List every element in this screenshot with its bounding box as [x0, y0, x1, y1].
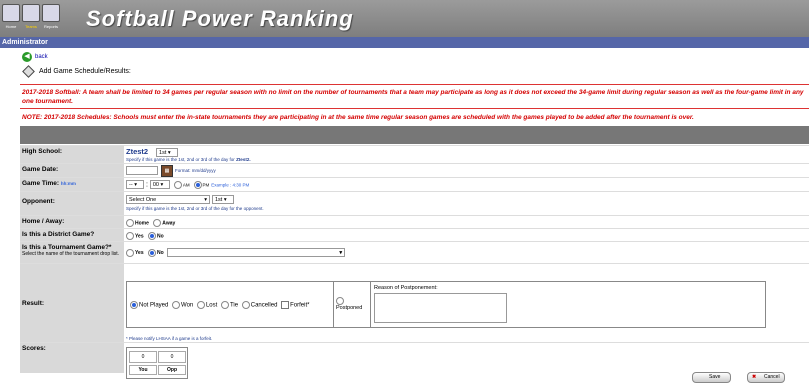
game-date-input[interactable]	[126, 166, 158, 175]
app-title: Softball Power Ranking	[86, 6, 354, 31]
high-school-label: High School:	[20, 146, 124, 164]
cancel-button[interactable]: ✖ Cancel	[747, 372, 785, 383]
row-scores: Scores: 0 0 You Opp	[20, 342, 809, 379]
won-radio[interactable]	[172, 301, 181, 309]
scores-table: 0 0 You Opp	[126, 347, 188, 379]
row-high-school: High School: Ztest2 1st ▾ Specify if thi…	[20, 145, 809, 164]
form-header-bar	[20, 126, 809, 144]
row-result: Result: Not Played Won Lost Tie Cancelle…	[20, 263, 809, 343]
school-name: Ztest2	[126, 147, 149, 156]
you-score-input[interactable]: 0	[129, 351, 157, 363]
opponent-help: Specify if this game is the 1st, 2nd or …	[126, 206, 264, 211]
result-box: Not Played Won Lost Tie Cancelled Forfei…	[126, 281, 766, 328]
nav-home-button[interactable]: Home	[2, 3, 20, 33]
game-number-select[interactable]: 1st ▾	[156, 147, 179, 157]
teams-icon	[22, 4, 40, 22]
save-button[interactable]: Save	[692, 372, 732, 383]
game-date-label: Game Date:	[20, 164, 124, 178]
opponent-select[interactable]: Select One ▾	[126, 195, 210, 204]
app-header: Home Teams Reports Softball Power Rankin…	[0, 0, 809, 37]
district-yes-radio[interactable]	[126, 232, 134, 240]
scores-label: Scores:	[20, 343, 124, 373]
minute-select[interactable]: 00 ▾	[149, 180, 170, 189]
forfeit-checkbox[interactable]	[281, 301, 290, 309]
page-title: Add Game Schedule/Results:	[39, 68, 131, 75]
opponent-game-number-select[interactable]: 1st ▾	[211, 195, 234, 204]
home-icon	[2, 4, 20, 22]
away-radio[interactable]	[153, 219, 162, 227]
postponed-cell: Postponed	[334, 282, 371, 327]
tournament-yes-radio[interactable]	[126, 248, 134, 257]
row-tournament: Is this a Tournament Game?* Select the n…	[20, 241, 809, 264]
opp-score-input[interactable]: 0	[158, 351, 186, 363]
diamond-icon	[22, 65, 35, 78]
nav-reports-button[interactable]: Reports	[42, 3, 60, 33]
reports-icon	[42, 4, 60, 22]
opp-label: Opp	[158, 365, 186, 375]
time-example: Example : 4:30 PM	[211, 182, 250, 188]
divider	[20, 84, 809, 85]
row-district: Is this a District Game? Yes No	[20, 228, 809, 242]
opponent-label: Opponent:	[20, 192, 124, 216]
row-home-away: Home / Away: Home Away	[20, 215, 809, 229]
you-label: You	[129, 365, 157, 375]
pm-radio[interactable]	[193, 180, 202, 189]
tournament-select[interactable]: ▾	[167, 248, 346, 257]
postponed-radio[interactable]	[336, 297, 344, 305]
game-time-label: Game Time: hh:mm	[20, 178, 124, 192]
row-opponent: Opponent: Select One ▾ 1st ▾ Specify if t…	[20, 191, 809, 216]
divider	[20, 108, 809, 109]
postponement-reason-textarea[interactable]	[374, 293, 507, 323]
back-arrow-icon: ◀	[22, 52, 32, 62]
not-played-radio[interactable]	[130, 301, 138, 309]
lost-radio[interactable]	[196, 301, 205, 309]
tournament-label: Is this a Tournament Game?* Select the n…	[20, 242, 124, 264]
game-number-help: Specify if this game is the 1st, 2nd or …	[126, 157, 251, 162]
row-game-date: Game Date: ▦ Format: mm/dd/yyyy	[20, 163, 809, 178]
tournament-no-radio[interactable]	[148, 248, 157, 257]
home-radio[interactable]	[126, 219, 134, 227]
cancelled-radio[interactable]	[241, 301, 250, 309]
notice-schedules: NOTE: 2017-2018 Schedules: Schools must …	[22, 114, 694, 121]
postponement-reason: Reason of Postponement:	[374, 285, 507, 323]
back-label: back	[35, 54, 48, 60]
result-options: Not Played Won Lost Tie Cancelled Forfei…	[127, 282, 334, 327]
tie-radio[interactable]	[220, 301, 229, 309]
calendar-icon[interactable]: ▦	[161, 165, 173, 177]
notice-game-limit: 2017-2018 Softball: A team shall be limi…	[22, 89, 804, 105]
forfeit-note: * Please notify LHSAA if a game is a for…	[126, 336, 213, 341]
back-link[interactable]: ◀ back	[22, 52, 48, 62]
am-radio[interactable]	[173, 180, 182, 189]
date-format-hint: Format: mm/dd/yyyy	[175, 168, 216, 173]
page-heading: Add Game Schedule/Results:	[22, 65, 131, 78]
cancel-icon: ✖	[752, 374, 757, 380]
admin-bar: Administrator	[0, 37, 809, 48]
hour-select[interactable]: -- ▾	[126, 180, 144, 189]
nav-teams-button[interactable]: Teams	[22, 3, 40, 33]
row-game-time: Game Time: hh:mm -- ▾ : 00 ▾ AM PM Examp…	[20, 177, 809, 192]
district-no-radio[interactable]	[148, 232, 157, 240]
result-label: Result:	[20, 264, 124, 343]
